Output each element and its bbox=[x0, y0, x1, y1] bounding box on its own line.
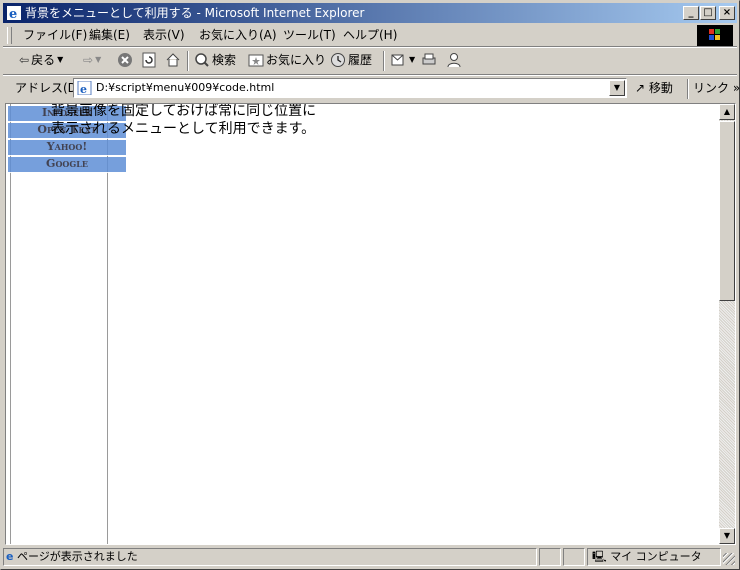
menu-view[interactable]: 表示(V) bbox=[143, 28, 185, 43]
forward-arrow-icon: ⇨ bbox=[83, 53, 94, 67]
scroll-up-button[interactable]: ▲ bbox=[719, 104, 735, 120]
status-message: ページが表示されました bbox=[16, 550, 138, 563]
go-button[interactable]: ↗ 移動 bbox=[635, 80, 673, 96]
close-button[interactable]: × bbox=[719, 6, 735, 20]
vertical-scrollbar[interactable]: ▲ ▼ bbox=[719, 104, 735, 544]
menu-help[interactable]: ヘルプ(H) bbox=[343, 28, 397, 43]
favorites-label: お気に入り bbox=[266, 53, 327, 67]
zone-pane: 🖳 マイ コンピュータ bbox=[587, 548, 721, 566]
go-label: 移動 bbox=[648, 81, 673, 95]
ie-logo-icon: e bbox=[7, 6, 21, 21]
print-button[interactable] bbox=[421, 52, 437, 68]
links-button[interactable]: リンク » bbox=[693, 80, 740, 96]
chevron-down-icon: ▼ bbox=[409, 55, 416, 64]
go-arrow-icon: ↗ bbox=[635, 81, 646, 95]
printer-icon bbox=[422, 53, 436, 65]
address-bar: アドレス(D) e D:¥script¥menu¥009¥code.html ▼… bbox=[3, 76, 740, 100]
page-text: 背景画像を固定しておけば常に同じ位置に 表示されるメニューとして利用できます。 bbox=[51, 103, 317, 138]
browser-window: e 背景をメニューとして利用する - Microsoft Internet Ex… bbox=[0, 0, 740, 570]
home-button[interactable] bbox=[165, 52, 181, 68]
window-title: 背景をメニューとして利用する - Microsoft Internet Expl… bbox=[25, 6, 365, 20]
status-pane bbox=[539, 548, 561, 566]
forward-button[interactable]: ⇨ ▼ bbox=[83, 52, 101, 68]
toolbar: ⇦ 戻る ▼ ⇨ ▼ 検索 お気に入り 履歴 ▼ bbox=[3, 48, 737, 74]
back-button[interactable]: ⇦ 戻る ▼ bbox=[19, 52, 63, 68]
status-message-pane: e ページが表示されました bbox=[3, 548, 537, 566]
toolbar-separator bbox=[687, 79, 689, 99]
title-bar: e 背景をメニューとして利用する - Microsoft Internet Ex… bbox=[3, 3, 737, 23]
menu-tools[interactable]: ツール(T) bbox=[283, 28, 336, 43]
menu-link-google[interactable]: Google bbox=[8, 157, 126, 173]
scroll-thumb[interactable] bbox=[719, 121, 735, 301]
search-button[interactable]: 検索 bbox=[194, 52, 236, 68]
computer-icon: 🖳 bbox=[592, 550, 607, 563]
chevron-down-icon: ▼ bbox=[95, 55, 102, 64]
maximize-button[interactable]: □ bbox=[700, 6, 716, 20]
search-label: 検索 bbox=[212, 53, 237, 67]
scroll-down-button[interactable]: ▼ bbox=[719, 528, 735, 544]
zone-label: マイ コンピュータ bbox=[610, 550, 702, 563]
search-icon bbox=[195, 53, 209, 67]
menu-favorites[interactable]: お気に入り(A) bbox=[199, 28, 277, 43]
minimize-button[interactable]: _ bbox=[683, 6, 699, 20]
menu-bar: ファイル(F) 編集(E) 表示(V) お気に入り(A) ツール(T) ヘルプ(… bbox=[3, 25, 737, 46]
page-text-line: 表示されるメニューとして利用できます。 bbox=[51, 121, 316, 137]
stop-button[interactable] bbox=[117, 52, 133, 68]
address-dropdown-button[interactable]: ▼ bbox=[609, 80, 625, 96]
menu-grip bbox=[7, 27, 12, 44]
back-arrow-icon: ⇦ bbox=[19, 53, 30, 67]
back-label: 戻る bbox=[31, 53, 56, 67]
user-icon bbox=[447, 53, 461, 68]
page-done-icon: e bbox=[6, 550, 14, 563]
page-icon: e bbox=[77, 81, 92, 95]
page-content: Infoseek Open Text Yahoo! Google 背景画像を固定… bbox=[5, 103, 736, 545]
favorites-icon bbox=[248, 54, 264, 67]
address-url: D:¥script¥menu¥009¥code.html bbox=[96, 81, 275, 94]
address-input[interactable]: e D:¥script¥menu¥009¥code.html ▼ bbox=[73, 78, 627, 98]
mail-icon bbox=[391, 54, 404, 66]
toolbar-separator bbox=[187, 51, 189, 71]
resize-grip[interactable] bbox=[723, 553, 735, 565]
windows-logo-icon bbox=[697, 25, 733, 46]
menu-edit[interactable]: 編集(E) bbox=[89, 28, 130, 43]
menu-file[interactable]: ファイル(F) bbox=[23, 28, 87, 43]
status-pane bbox=[563, 548, 585, 566]
address-label: アドレス(D) bbox=[15, 81, 82, 95]
svg-text:e: e bbox=[9, 7, 17, 21]
chevron-down-icon: ▼ bbox=[57, 55, 64, 64]
history-label: 履歴 bbox=[348, 53, 373, 67]
stop-icon bbox=[118, 53, 132, 67]
svg-text:e: e bbox=[80, 83, 87, 95]
refresh-icon bbox=[142, 52, 156, 68]
history-button[interactable]: 履歴 bbox=[330, 52, 372, 68]
page-text-line: 背景画像を固定しておけば常に同じ位置に bbox=[51, 103, 317, 119]
mail-button[interactable]: ▼ bbox=[391, 52, 415, 68]
refresh-button[interactable] bbox=[141, 52, 157, 68]
history-icon bbox=[331, 53, 345, 67]
menu-link-yahoo[interactable]: Yahoo! bbox=[8, 140, 126, 156]
home-icon bbox=[166, 53, 180, 67]
status-bar: e ページが表示されました 🖳 マイ コンピュータ bbox=[3, 547, 737, 567]
messenger-button[interactable] bbox=[446, 52, 462, 68]
favorites-button[interactable]: お気に入り bbox=[248, 52, 326, 68]
toolbar-separator bbox=[383, 51, 385, 71]
